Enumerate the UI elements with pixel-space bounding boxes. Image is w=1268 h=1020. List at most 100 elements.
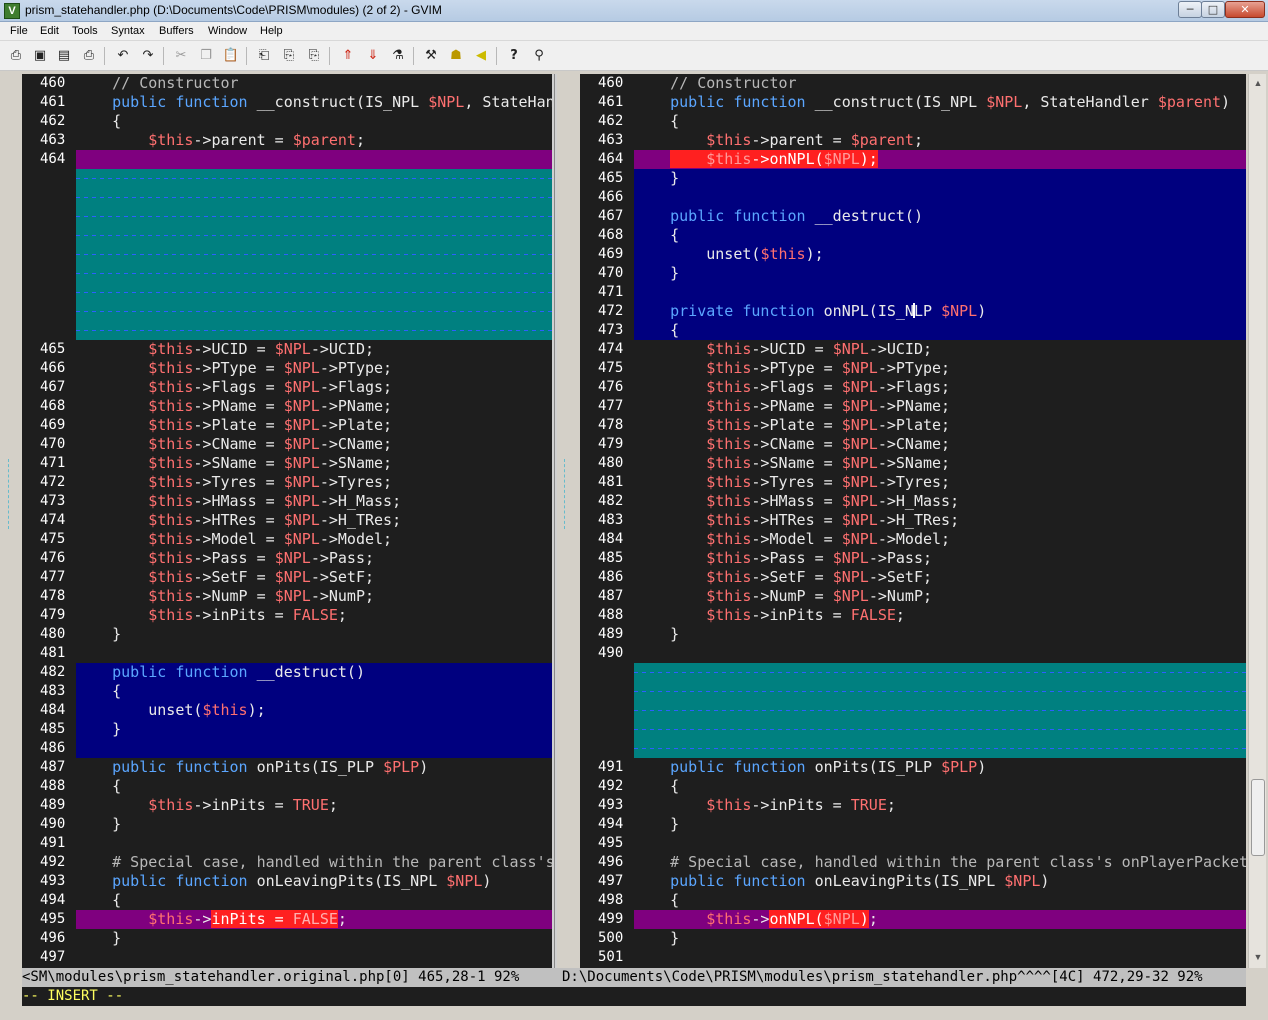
code-line[interactable]: 493 public function onLeavingPits(IS_NPL… bbox=[22, 872, 552, 891]
code-line[interactable] bbox=[22, 302, 552, 321]
code-line[interactable]: 475 $this->Model = $NPL->Model; bbox=[22, 530, 552, 549]
code-line[interactable]: 462 { bbox=[22, 112, 552, 131]
code-line[interactable]: 496 } bbox=[22, 929, 552, 948]
code-line[interactable] bbox=[22, 245, 552, 264]
menu-window[interactable]: Window bbox=[208, 25, 247, 37]
code-line[interactable]: 471 bbox=[580, 283, 1246, 302]
menu-edit[interactable]: Edit bbox=[40, 25, 59, 37]
code-line[interactable]: 497 public function onLeavingPits(IS_NPL… bbox=[580, 872, 1246, 891]
code-line[interactable]: 476 $this->Flags = $NPL->Flags; bbox=[580, 378, 1246, 397]
code-line[interactable]: 470 $this->CName = $NPL->CName; bbox=[22, 435, 552, 454]
vertical-scrollbar[interactable]: ▲ ▼ bbox=[1248, 74, 1266, 968]
code-line[interactable]: 460 // Constructor bbox=[580, 74, 1246, 93]
code-line[interactable]: 467 $this->Flags = $NPL->Flags; bbox=[22, 378, 552, 397]
code-line[interactable]: 495 $this->inPits = FALSE; bbox=[22, 910, 552, 929]
code-line[interactable]: 482 public function __destruct() bbox=[22, 663, 552, 682]
code-line[interactable]: 464 $this->onNPL($NPL); bbox=[580, 150, 1246, 169]
code-line[interactable]: 472 private function onNPL(IS_NLP $NPL) bbox=[580, 302, 1246, 321]
code-line[interactable]: 461 public function __construct(IS_NPL $… bbox=[580, 93, 1246, 112]
code-line[interactable]: 485 } bbox=[22, 720, 552, 739]
code-line[interactable]: 468 { bbox=[580, 226, 1246, 245]
code-line[interactable]: 494 } bbox=[580, 815, 1246, 834]
code-line[interactable] bbox=[22, 207, 552, 226]
close-button[interactable]: ✕ bbox=[1225, 1, 1265, 18]
shell-icon[interactable]: ☗ bbox=[447, 47, 465, 65]
find-prev-icon[interactable]: ⎘ bbox=[305, 47, 323, 65]
code-line[interactable] bbox=[580, 701, 1246, 720]
code-line[interactable]: 471 $this->SName = $NPL->SName; bbox=[22, 454, 552, 473]
code-line[interactable]: 491 public function onPits(IS_PLP $PLP) bbox=[580, 758, 1246, 777]
code-line[interactable]: 498 { bbox=[580, 891, 1246, 910]
code-line[interactable]: 474 $this->HTRes = $NPL->H_TRes; bbox=[22, 511, 552, 530]
code-line[interactable]: 494 { bbox=[22, 891, 552, 910]
code-line[interactable]: 462 { bbox=[580, 112, 1246, 131]
code-line[interactable]: 483 $this->HTRes = $NPL->H_TRes; bbox=[580, 511, 1246, 530]
code-line[interactable]: 464 bbox=[22, 150, 552, 169]
code-line[interactable]: 467 public function __destruct() bbox=[580, 207, 1246, 226]
code-line[interactable]: 477 $this->SetF = $NPL->SetF; bbox=[22, 568, 552, 587]
menu-buffers[interactable]: Buffers bbox=[159, 25, 194, 37]
run-script-icon[interactable]: ⚗ bbox=[389, 47, 407, 65]
code-line[interactable]: 461 public function __construct(IS_NPL $… bbox=[22, 93, 552, 112]
menu-syntax[interactable]: Syntax bbox=[111, 25, 145, 37]
vertical-split-divider[interactable] bbox=[552, 74, 557, 968]
tag-jump-icon[interactable]: ◀ bbox=[472, 47, 490, 65]
code-line[interactable]: 463 $this->parent = $parent; bbox=[22, 131, 552, 150]
code-line[interactable]: 484 unset($this); bbox=[22, 701, 552, 720]
code-line[interactable] bbox=[22, 169, 552, 188]
code-line[interactable]: 493 $this->inPits = TRUE; bbox=[580, 796, 1246, 815]
save-icon[interactable]: ▣ bbox=[31, 47, 49, 65]
scroll-up-icon[interactable]: ▲ bbox=[1251, 76, 1265, 90]
code-line[interactable]: 497 bbox=[22, 948, 552, 967]
code-line[interactable]: 470 } bbox=[580, 264, 1246, 283]
code-line[interactable]: 478 $this->NumP = $NPL->NumP; bbox=[22, 587, 552, 606]
code-line[interactable] bbox=[22, 321, 552, 340]
code-line[interactable]: 481 $this->Tyres = $NPL->Tyres; bbox=[580, 473, 1246, 492]
code-line[interactable]: 460 // Constructor bbox=[22, 74, 552, 93]
code-line[interactable] bbox=[580, 682, 1246, 701]
menu-file[interactable]: File bbox=[10, 25, 28, 37]
code-line[interactable]: 469 unset($this); bbox=[580, 245, 1246, 264]
code-line[interactable]: 473 { bbox=[580, 321, 1246, 340]
code-line[interactable]: 482 $this->HMass = $NPL->H_Mass; bbox=[580, 492, 1246, 511]
code-line[interactable]: 500 } bbox=[580, 929, 1246, 948]
code-line[interactable]: 472 $this->Tyres = $NPL->Tyres; bbox=[22, 473, 552, 492]
redo-icon[interactable]: ↷ bbox=[139, 47, 157, 65]
copy-icon[interactable]: ❐ bbox=[197, 47, 215, 65]
code-line[interactable]: 479 $this->CName = $NPL->CName; bbox=[580, 435, 1246, 454]
code-line[interactable]: 501 bbox=[580, 948, 1246, 967]
code-line[interactable]: 489 } bbox=[580, 625, 1246, 644]
code-line[interactable] bbox=[22, 264, 552, 283]
maximize-button[interactable]: □ bbox=[1201, 1, 1225, 18]
code-line[interactable]: 468 $this->PName = $NPL->PName; bbox=[22, 397, 552, 416]
code-line[interactable]: 492 { bbox=[580, 777, 1246, 796]
code-line[interactable]: 477 $this->PName = $NPL->PName; bbox=[580, 397, 1246, 416]
code-line[interactable]: 476 $this->Pass = $NPL->Pass; bbox=[22, 549, 552, 568]
code-line[interactable]: 486 bbox=[22, 739, 552, 758]
replace-icon[interactable]: ⎗ bbox=[255, 47, 273, 65]
code-line[interactable]: 490 } bbox=[22, 815, 552, 834]
code-line[interactable]: 469 $this->Plate = $NPL->Plate; bbox=[22, 416, 552, 435]
code-line[interactable] bbox=[580, 663, 1246, 682]
open-icon[interactable]: ⎙ bbox=[7, 47, 25, 65]
code-line[interactable]: 499 $this->onNPL($NPL); bbox=[580, 910, 1246, 929]
make-icon[interactable]: ⚒ bbox=[422, 47, 440, 65]
code-line[interactable]: 474 $this->UCID = $NPL->UCID; bbox=[580, 340, 1246, 359]
scroll-down-icon[interactable]: ▼ bbox=[1251, 950, 1265, 964]
code-line[interactable]: 465 } bbox=[580, 169, 1246, 188]
code-line[interactable]: 492 # Special case, handled within the p… bbox=[22, 853, 552, 872]
print-icon[interactable]: ⎙ bbox=[80, 47, 98, 65]
code-line[interactable]: 487 $this->NumP = $NPL->NumP; bbox=[580, 587, 1246, 606]
code-line[interactable]: 466 bbox=[580, 188, 1246, 207]
code-line[interactable]: 485 $this->Pass = $NPL->Pass; bbox=[580, 549, 1246, 568]
code-line[interactable]: 484 $this->Model = $NPL->Model; bbox=[580, 530, 1246, 549]
code-line[interactable]: 495 bbox=[580, 834, 1246, 853]
code-line[interactable]: 473 $this->HMass = $NPL->H_Mass; bbox=[22, 492, 552, 511]
code-line[interactable] bbox=[22, 188, 552, 207]
menu-help[interactable]: Help bbox=[260, 25, 283, 37]
code-line[interactable] bbox=[22, 226, 552, 245]
code-line[interactable]: 480 $this->SName = $NPL->SName; bbox=[580, 454, 1246, 473]
code-line[interactable]: 489 $this->inPits = TRUE; bbox=[22, 796, 552, 815]
paste-icon[interactable]: 📋 bbox=[222, 47, 240, 65]
code-line[interactable]: 491 bbox=[22, 834, 552, 853]
